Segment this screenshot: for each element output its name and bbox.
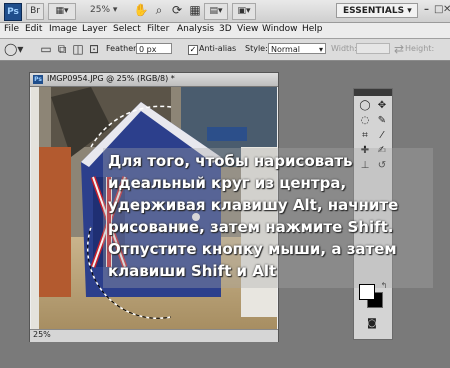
quick-mask-icon[interactable]: ◙ [364, 317, 380, 330]
intersect-selection-icon[interactable]: ⊡ [86, 41, 102, 57]
menu-bar: File Edit Image Layer Select Filter Anal… [0, 23, 450, 39]
style-label: Style: [245, 44, 268, 53]
width-label: Width: [331, 44, 357, 53]
rotate-view-icon[interactable]: ⟳ [169, 2, 185, 18]
workspace-switcher[interactable]: ESSENTIALS ▾ [336, 3, 418, 18]
add-to-selection-icon[interactable]: ⧉ [54, 41, 70, 57]
caption-line: клавиши Shift и Alt [108, 262, 277, 280]
feather-label: Feather: [106, 44, 139, 53]
close-button[interactable]: ✕ [443, 4, 450, 15]
caption-line: Отпустите кнопку мыши, а затем [108, 240, 397, 258]
workspace-label: ESSENTIALS [343, 6, 405, 16]
eyedropper-tool-icon[interactable]: ⁄ [374, 129, 390, 142]
height-label: Height: [405, 44, 435, 53]
feather-input[interactable]: 0 px [136, 43, 172, 54]
menu-window[interactable]: Window [262, 24, 298, 34]
menu-layer[interactable]: Layer [82, 24, 107, 34]
zoom-level-value: 25% [90, 5, 111, 15]
chevron-down-icon: ▾ [318, 45, 323, 54]
caption-line: Для того, чтобы нарисовать [108, 152, 353, 170]
ruler-grid-icon[interactable]: ▦ [187, 2, 203, 18]
lasso-tool-icon[interactable]: ◌ [357, 114, 373, 127]
marquee-tool-icon[interactable]: ◯ [357, 99, 373, 112]
style-select[interactable]: Normal ▾ [268, 43, 326, 54]
view-extras-button[interactable]: ▦▾ [48, 3, 76, 20]
document-title: IMGP0954.JPG @ 25% (RGB/8) * [47, 74, 175, 83]
instruction-caption: Для того, чтобы нарисовать идеальный кру… [103, 148, 433, 288]
caption-line: рисование, затем нажмите Shift. [108, 218, 394, 236]
menu-file[interactable]: File [4, 24, 19, 34]
quick-selection-icon[interactable]: ✎ [374, 114, 390, 127]
menu-filter[interactable]: Filter [147, 24, 169, 34]
menu-analysis[interactable]: Analysis [177, 24, 214, 34]
style-value: Normal [271, 45, 300, 54]
elliptical-marquee-icon[interactable]: ◯▾ [4, 41, 23, 57]
bridge-button[interactable]: Br [26, 3, 44, 20]
hand-tool-icon[interactable]: ✋ [133, 2, 149, 18]
status-zoom[interactable]: 25% [33, 330, 51, 339]
menu-image[interactable]: Image [49, 24, 77, 34]
crop-tool-icon[interactable]: ⌗ [357, 129, 373, 142]
tools-panel-header[interactable] [354, 89, 392, 96]
document-tab[interactable]: Ps IMGP0954.JPG @ 25% (RGB/8) * [30, 73, 278, 87]
arrange-documents-button[interactable]: ▤▾ [204, 3, 228, 20]
zoom-level-select[interactable]: 25% ▾ [90, 3, 124, 18]
subtract-selection-icon[interactable]: ◫ [70, 41, 86, 57]
document-icon: Ps [33, 75, 43, 84]
new-selection-icon[interactable]: ▭ [38, 41, 54, 57]
minimize-button[interactable]: – [424, 4, 429, 15]
menu-edit[interactable]: Edit [25, 24, 42, 34]
caption-line: идеальный круг из центра, [108, 174, 347, 192]
caption-line: удерживая клавишу Alt, начните [108, 196, 399, 214]
antialias-label: Anti-alias [199, 44, 237, 53]
move-tool-icon[interactable]: ✥ [374, 99, 390, 112]
screen-mode-button[interactable]: ▣▾ [232, 3, 256, 20]
menu-select[interactable]: Select [113, 24, 141, 34]
antialias-checkbox[interactable]: ✓ [188, 45, 198, 55]
options-bar: ◯▾ ▭ ⧉ ◫ ⊡ Feather: 0 px ✓ Anti-alias St… [0, 39, 450, 61]
menu-3d[interactable]: 3D [219, 24, 232, 34]
zoom-tool-icon[interactable]: ⌕ [151, 2, 167, 18]
photoshop-logo: Ps [4, 3, 22, 21]
document-status-bar: 25% [30, 329, 278, 342]
application-bar: Ps Br ▦▾ 25% ▾ ✋ ⌕ ⟳ ▦ ▤▾ ▣▾ ESSENTIALS … [0, 0, 450, 23]
menu-view[interactable]: View [237, 24, 258, 34]
foreground-color-swatch[interactable] [359, 284, 375, 300]
menu-help[interactable]: Help [302, 24, 323, 34]
width-input [356, 43, 390, 54]
